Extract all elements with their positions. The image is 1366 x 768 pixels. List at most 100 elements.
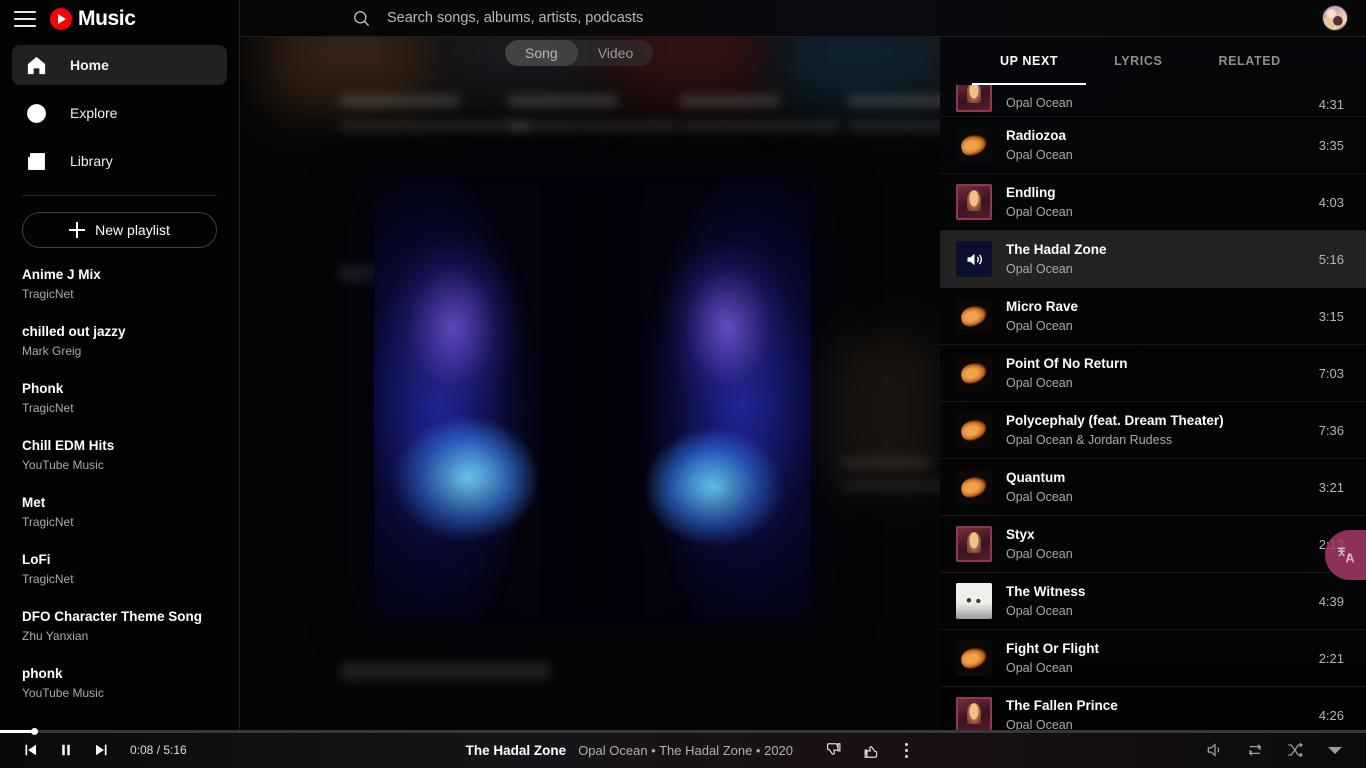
toggle-video[interactable]: Video [578, 40, 654, 66]
queue-row-duration: 3:15 [1318, 308, 1344, 324]
hamburger-menu-icon[interactable] [14, 10, 36, 27]
album-thumbnail [956, 127, 992, 163]
search-bar[interactable] [352, 9, 1322, 28]
queue-row-artist: Opal Ocean [1006, 261, 1073, 276]
primary-nav: Home Explore Library [0, 37, 239, 181]
playlist-owner: TragicNet [22, 287, 74, 301]
queue-row[interactable]: The Fallen Prince Opal Ocean 4:26 [940, 687, 1366, 732]
progress-bar[interactable] [0, 728, 1366, 735]
new-playlist-button[interactable]: New playlist [22, 212, 217, 248]
playlist-item[interactable]: phonk YouTube Music [22, 665, 217, 702]
search-icon [352, 9, 371, 28]
sidebar-item-label: Home [70, 57, 109, 73]
playlist-title: Met [22, 495, 46, 510]
queue-row-artist: Opal Ocean [1006, 660, 1073, 675]
track-actions [819, 735, 921, 765]
now-playing-title[interactable]: The Hadal Zone [466, 743, 567, 758]
queue-row-meta: The Hadal Zone Opal Ocean [1006, 241, 1305, 278]
toggle-song[interactable]: Song [505, 40, 578, 66]
queue-row[interactable]: Endling Opal Ocean 4:03 [940, 174, 1366, 231]
chevron-down-icon[interactable] [1320, 735, 1350, 765]
queue-row-meta: The Witness Opal Ocean [1006, 583, 1305, 620]
more-vertical-icon[interactable] [891, 735, 921, 765]
sidebar-item-home[interactable]: Home [12, 45, 227, 85]
queue-row-meta: Fight Or Flight Opal Ocean [1006, 640, 1305, 677]
new-playlist-label: New playlist [95, 222, 170, 238]
queue-row-title: The Witness [1006, 583, 1086, 599]
queue-row-meta: Styx Opal Ocean [1006, 526, 1305, 563]
album-thumbnail [956, 526, 992, 562]
queue-row[interactable]: Opal Ocean 4:31 [940, 85, 1366, 117]
queue-row[interactable]: StyxOpal Ocean2:13 [940, 516, 1366, 573]
queue-row-artist: Opal Ocean [1006, 546, 1073, 561]
playlist-item[interactable]: DFO Character Theme Song Zhu Yanxian [22, 608, 217, 645]
queue-panel: UP NEXT LYRICS RELATED Opal Ocean 4:31 Rad… [940, 37, 1366, 732]
queue-row-artist: Opal Ocean [1006, 375, 1073, 390]
playlist-title: DFO Character Theme Song [22, 609, 203, 624]
playlist-owner: YouTube Music [22, 686, 104, 700]
album-thumbnail [956, 355, 992, 391]
queue-row-meta: Point Of No Return Opal Ocean [1006, 355, 1305, 392]
album-thumbnail [956, 184, 992, 220]
queue-row-title: Quantum [1006, 469, 1066, 485]
repeat-icon[interactable] [1240, 735, 1270, 765]
queue-row[interactable]: Radiozoa Opal Ocean 3:35 [940, 117, 1366, 174]
tab-related[interactable]: RELATED [1190, 37, 1308, 85]
album-thumbnail [956, 697, 992, 732]
playlist-item[interactable]: LoFi TragicNet [22, 551, 217, 588]
queue-row-meta: Radiozoa Opal Ocean [1006, 127, 1305, 164]
queue-row-duration: 3:21 [1318, 479, 1344, 495]
playlist-item[interactable]: Chill EDM Hits YouTube Music [22, 437, 217, 474]
player-bar: 0:08 / 5:16 The Hadal Zone Opal Ocean • … [0, 728, 1366, 768]
queue-row-current[interactable]: The Hadal Zone Opal Ocean 5:16 [940, 231, 1366, 288]
song-video-toggle[interactable]: Song Video [505, 40, 654, 66]
sidebar-item-library[interactable]: Library [12, 141, 227, 181]
playlist-item[interactable]: Anime J Mix TragicNet [22, 266, 217, 303]
queue-row-duration: 4:39 [1318, 593, 1344, 609]
queue-row-duration: 3:35 [1318, 137, 1344, 153]
queue-row[interactable]: Polycephaly (feat. Dream Theater) Opal Oc… [940, 402, 1366, 459]
album-thumbnail [956, 640, 992, 676]
next-track-icon[interactable] [84, 732, 120, 768]
playlist-item[interactable]: Phonk TragicNet [22, 380, 217, 417]
queue-row-meta: Opal Ocean [1006, 93, 1305, 112]
volume-icon[interactable] [1200, 735, 1230, 765]
queue-row[interactable]: Quantum Opal Ocean 3:21 [940, 459, 1366, 516]
queue-row[interactable]: Fight Or Flight Opal Ocean 2:21 [940, 630, 1366, 687]
playlist-item[interactable]: Met TragicNet [22, 494, 217, 531]
queue-row-artist: Opal Ocean [1006, 318, 1073, 333]
queue-row[interactable]: Point Of No Return Opal Ocean 7:03 [940, 345, 1366, 402]
queue-row-title: Micro Rave [1006, 298, 1079, 314]
top-bar [240, 0, 1366, 37]
queue-list[interactable]: Opal Ocean 4:31 Radiozoa Opal Ocean 3:35 Endl… [940, 85, 1366, 732]
playlist-title: phonk [22, 666, 63, 681]
home-icon [24, 53, 48, 77]
queue-row-duration: 7:03 [1318, 365, 1344, 381]
queue-row[interactable]: Micro Rave Opal Ocean 3:15 [940, 288, 1366, 345]
thumb-up-icon[interactable] [855, 735, 885, 765]
previous-track-icon[interactable] [12, 732, 48, 768]
queue-row-meta: Micro Rave Opal Ocean [1006, 298, 1305, 335]
queue-row[interactable]: The Witness Opal Ocean 4:39 [940, 573, 1366, 630]
library-music-icon [24, 149, 48, 173]
queue-row-artist: Opal Ocean [1006, 147, 1073, 162]
sidebar-item-explore[interactable]: Explore [12, 93, 227, 133]
playlist-owner: TragicNet [22, 515, 74, 529]
tab-lyrics[interactable]: LYRICS [1086, 37, 1190, 85]
queue-row-title: Point Of No Return [1006, 355, 1128, 371]
now-playing: The Hadal Zone Opal Ocean • The Hadal Zo… [187, 735, 1200, 765]
plus-icon [69, 222, 86, 238]
tab-up-next[interactable]: UP NEXT [972, 37, 1087, 85]
queue-row-duration: 4:03 [1318, 194, 1344, 210]
avatar[interactable] [1322, 5, 1348, 31]
brand-logo[interactable]: Music [50, 7, 136, 31]
queue-row-artist: Opal Ocean [1006, 204, 1073, 219]
playlist-item[interactable]: chilled out jazzy Mark Greig [22, 323, 217, 360]
pause-icon[interactable] [48, 732, 84, 768]
thumb-down-icon[interactable] [819, 735, 849, 765]
search-input[interactable] [387, 10, 927, 26]
shuffle-icon[interactable] [1280, 735, 1310, 765]
playlist-title: chilled out jazzy [22, 324, 126, 339]
queue-row-duration: 4:26 [1318, 707, 1344, 723]
transport-controls: 0:08 / 5:16 [0, 732, 187, 768]
